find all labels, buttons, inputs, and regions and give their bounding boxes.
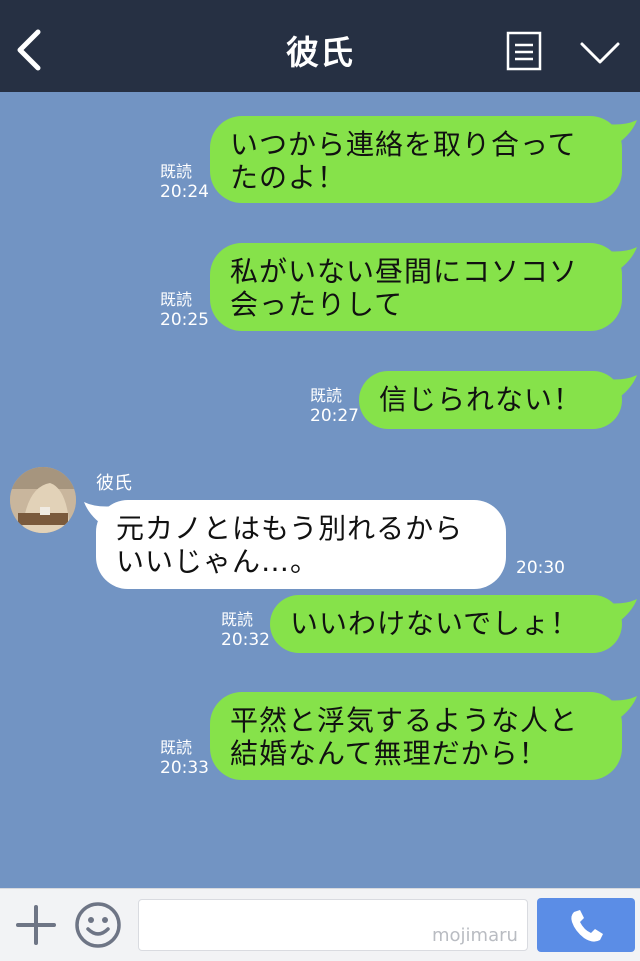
call-button[interactable] bbox=[537, 898, 635, 952]
message-meta: 既読 20:25 bbox=[160, 290, 209, 330]
chat-area[interactable]: 既読 20:24 いつから連絡を取り合って たのよ！ 既読 20:25 私がいな… bbox=[0, 92, 640, 888]
read-receipt: 既読 bbox=[221, 610, 254, 629]
bubble-tail bbox=[605, 599, 637, 627]
message-line: 結婚なんて無理だから！ bbox=[230, 737, 548, 770]
sender-name: 彼氏 bbox=[96, 473, 132, 494]
my-message-bubble[interactable]: いつから連絡を取り合って たのよ！ bbox=[210, 116, 622, 203]
message-meta: 既読 20:32 bbox=[221, 610, 270, 650]
plus-icon bbox=[16, 905, 56, 945]
phone-icon bbox=[571, 910, 603, 942]
emoji-icon bbox=[75, 902, 121, 948]
bubble-tail bbox=[605, 375, 637, 403]
message-line: 元カノとはもう別れるから bbox=[116, 512, 464, 545]
add-button[interactable] bbox=[14, 903, 58, 947]
read-receipt: 既読 bbox=[160, 162, 193, 181]
emoji-button[interactable] bbox=[74, 901, 122, 949]
message-time: 20:24 bbox=[160, 182, 209, 202]
message-meta: 既読 20:27 bbox=[310, 386, 359, 426]
message-time: 20:30 bbox=[516, 558, 565, 578]
message-time: 20:33 bbox=[160, 758, 209, 778]
message-line: 会ったりして bbox=[230, 288, 404, 321]
message-meta: 既読 20:33 bbox=[160, 738, 209, 778]
message-input[interactable] bbox=[138, 899, 528, 951]
bubble-tail bbox=[605, 120, 637, 148]
message-time: 20:25 bbox=[160, 310, 209, 330]
bubble-tail bbox=[605, 247, 637, 275]
message-line: いつから連絡を取り合って bbox=[230, 128, 577, 161]
message-line: 平然と浮気するような人と bbox=[230, 704, 579, 737]
message-meta: 既読 20:24 bbox=[160, 162, 209, 202]
bubble-tail bbox=[605, 696, 637, 724]
my-message-bubble[interactable]: 私がいない昼間にコソコソ 会ったりして bbox=[210, 243, 622, 331]
menu-dropdown-button[interactable] bbox=[578, 38, 622, 68]
notes-icon bbox=[506, 31, 542, 71]
read-receipt: 既読 bbox=[310, 386, 343, 405]
message-line: 信じられない！ bbox=[379, 383, 583, 416]
chat-header: 彼氏 bbox=[0, 0, 640, 92]
notes-button[interactable] bbox=[506, 31, 542, 71]
input-bar: mojimaru bbox=[0, 888, 640, 961]
chat-title: 彼氏 bbox=[286, 33, 354, 72]
message-line: いいわけないでしょ！ bbox=[290, 607, 580, 640]
message-line: いいじゃん…。 bbox=[116, 545, 320, 578]
read-receipt: 既読 bbox=[160, 290, 193, 309]
my-message-bubble[interactable]: 信じられない！ bbox=[359, 371, 622, 429]
my-message-bubble[interactable]: いいわけないでしょ！ bbox=[270, 595, 622, 653]
message-time: 20:27 bbox=[310, 406, 359, 426]
message-line: たのよ！ bbox=[230, 161, 347, 194]
message-time: 20:32 bbox=[221, 630, 270, 650]
my-message-bubble[interactable]: 平然と浮気するような人と 結婚なんて無理だから！ bbox=[210, 692, 622, 780]
message-line: 私がいない昼間にコソコソ bbox=[230, 255, 579, 288]
read-receipt: 既読 bbox=[160, 738, 193, 757]
their-message-bubble[interactable]: 元カノとはもう別れるから いいじゃん…。 bbox=[96, 500, 506, 589]
chevron-down-icon bbox=[580, 42, 620, 64]
contact-avatar[interactable] bbox=[10, 467, 76, 533]
avatar-photo bbox=[10, 467, 76, 533]
